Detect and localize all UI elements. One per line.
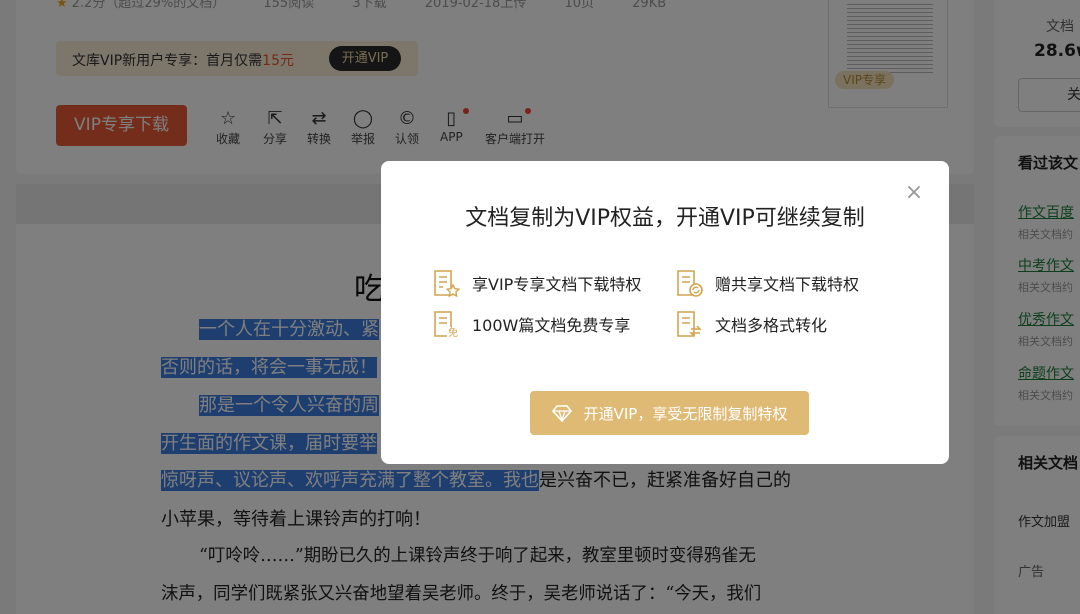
benefit-item: 文档多格式转化 xyxy=(673,308,827,340)
open-vip-copy-button[interactable]: 开通VIP，享受无限制复制特权 xyxy=(530,391,809,435)
doc-convert-icon xyxy=(677,311,702,337)
svg-text:免: 免 xyxy=(448,326,458,339)
diamond-icon xyxy=(551,405,572,423)
cta-label: 开通VIP，享受无限制复制特权 xyxy=(583,404,788,423)
benefit-item: 赠共享文档下载特权 xyxy=(673,267,859,299)
doc-star-icon xyxy=(434,270,461,298)
vip-copy-modal: × 文档复制为VIP权益，开通VIP可继续复制 享VIP专享文档下载特权 赠共享… xyxy=(381,161,949,464)
benefit-item: 免 100W篇文档免费专享 xyxy=(430,308,630,340)
modal-title: 文档复制为VIP权益，开通VIP可继续复制 xyxy=(465,206,865,231)
doc-free-icon: 免 xyxy=(434,311,459,339)
benefit-item: 享VIP专享文档下载特权 xyxy=(430,267,641,299)
doc-refresh-icon xyxy=(677,270,703,297)
